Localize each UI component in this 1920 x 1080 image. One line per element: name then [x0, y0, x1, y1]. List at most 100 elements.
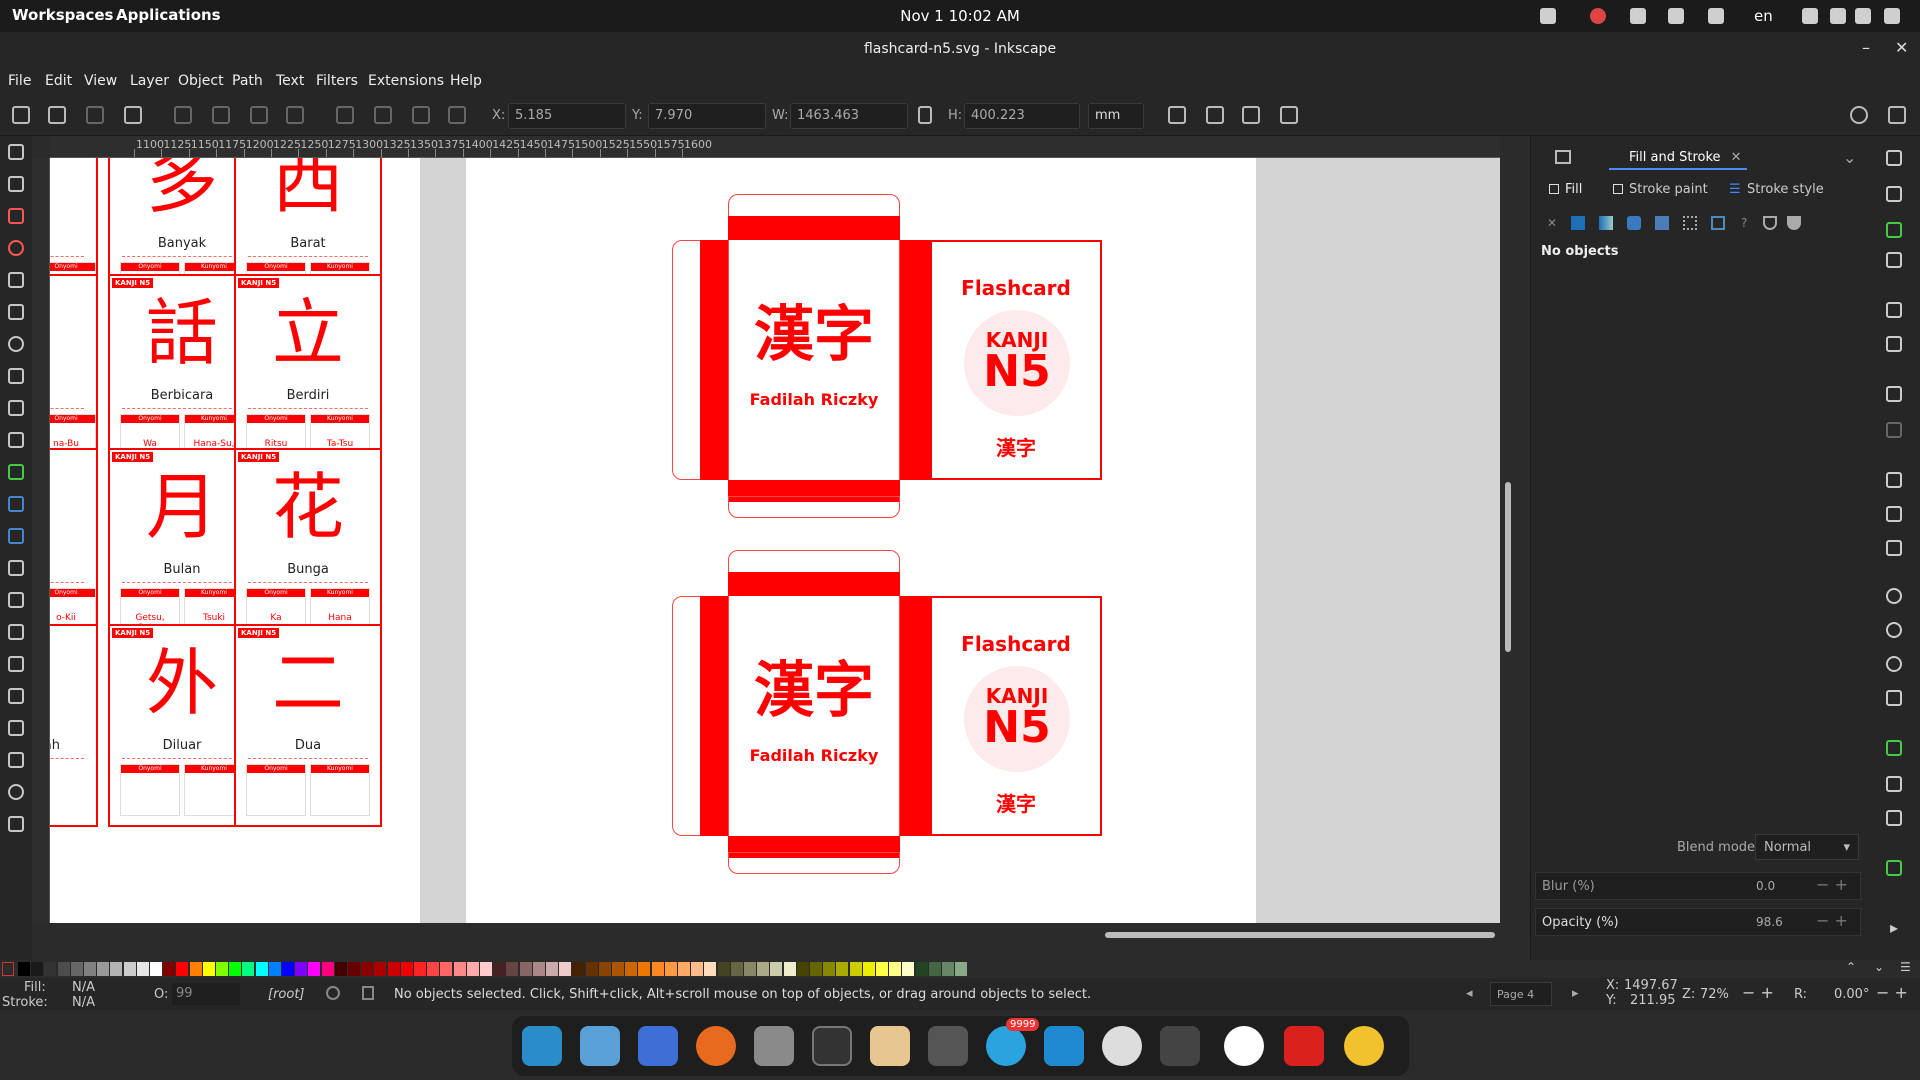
terminal-icon[interactable] — [812, 1026, 852, 1066]
screenshot-icon[interactable] — [1668, 8, 1684, 24]
rect-tool-icon[interactable] — [8, 208, 24, 224]
measure-tool-icon[interactable] — [8, 752, 24, 768]
pages-tool-icon[interactable] — [8, 816, 24, 832]
collapse-panel-icon[interactable] — [1888, 106, 1906, 124]
color-swatch[interactable] — [361, 962, 374, 976]
color-swatch[interactable] — [163, 962, 176, 976]
color-swatch[interactable] — [915, 962, 928, 976]
cut-icon[interactable] — [1886, 506, 1902, 522]
more-icon[interactable]: ▸ — [1890, 918, 1898, 937]
eraser-tool-icon[interactable] — [8, 688, 24, 704]
color-swatch[interactable] — [202, 962, 215, 976]
file-manager-icon[interactable] — [754, 1026, 794, 1066]
menu-extensions[interactable]: Extensions — [368, 73, 444, 89]
color-swatch[interactable] — [704, 962, 717, 976]
firefox-icon[interactable] — [696, 1026, 736, 1066]
color-swatch[interactable] — [730, 962, 743, 976]
slack-tray-icon[interactable] — [1630, 8, 1646, 24]
palette-scroll-down-icon[interactable]: ⌄ — [1874, 960, 1884, 974]
menu-path[interactable]: Path — [232, 73, 263, 89]
color-swatch[interactable] — [862, 962, 875, 976]
chevron-down-icon[interactable]: ⌄ — [1843, 148, 1856, 167]
slack-icon[interactable] — [1224, 1026, 1264, 1066]
color-swatch[interactable] — [229, 962, 242, 976]
color-swatch[interactable] — [823, 962, 836, 976]
scale-corners-icon[interactable] — [1206, 106, 1224, 124]
color-swatch[interactable] — [678, 962, 690, 976]
color-swatch[interactable] — [110, 962, 123, 976]
page-select[interactable]: Page 4 — [1490, 982, 1552, 1006]
zoom-selection-icon[interactable] — [1886, 588, 1902, 604]
color-swatch[interactable] — [255, 962, 268, 976]
color-swatch[interactable] — [651, 962, 664, 976]
color-swatch[interactable] — [572, 962, 585, 976]
color-swatch[interactable] — [282, 962, 294, 976]
rotate-cw-icon[interactable] — [212, 106, 230, 124]
color-swatch[interactable] — [414, 962, 426, 976]
zoom-value[interactable]: 72% — [1700, 987, 1729, 1002]
prev-page-icon[interactable]: ◂ — [1466, 986, 1473, 1001]
undo-icon[interactable] — [1886, 386, 1902, 402]
app-grid-icon[interactable] — [638, 1026, 678, 1066]
zoom-drawing-icon[interactable] — [1886, 622, 1902, 638]
color-swatch[interactable] — [334, 962, 347, 976]
tweak-tool-icon[interactable] — [8, 624, 24, 640]
mesh-gradient-icon[interactable] — [1655, 216, 1669, 230]
color-swatch[interactable] — [123, 962, 136, 976]
touch-select-icon[interactable] — [124, 106, 142, 124]
select-all-layers-icon[interactable] — [48, 106, 66, 124]
color-swatch[interactable] — [796, 962, 809, 976]
telegram-icon[interactable] — [986, 1026, 1026, 1066]
color-swatch[interactable] — [31, 962, 44, 976]
paste-icon[interactable] — [1886, 540, 1902, 556]
menu-view[interactable]: View — [84, 73, 117, 89]
pen-tool-icon[interactable] — [8, 368, 24, 384]
zoom-stepper[interactable]: − + — [1742, 983, 1774, 1002]
node-tool-icon[interactable] — [8, 176, 24, 192]
clone-icon[interactable] — [1886, 776, 1902, 792]
gradient-tool-icon[interactable] — [8, 496, 24, 512]
files-app-icon[interactable] — [580, 1026, 620, 1066]
color-swatch[interactable] — [770, 962, 783, 976]
scale-stroke-icon[interactable] — [1168, 106, 1186, 124]
vertical-scrollbar[interactable] — [1505, 482, 1511, 652]
color-swatch[interactable] — [625, 962, 638, 976]
menu-edit[interactable]: Edit — [45, 73, 72, 89]
dropper-tool-icon[interactable] — [8, 560, 24, 576]
star-tool-icon[interactable] — [8, 272, 24, 288]
tab-close-icon[interactable]: ✕ — [1731, 150, 1742, 165]
color-swatch[interactable] — [176, 962, 189, 976]
tab-stroke-style[interactable]: Stroke style — [1747, 182, 1824, 197]
color-swatch[interactable] — [717, 962, 730, 976]
search-app-icon[interactable] — [522, 1026, 562, 1066]
horizontal-ruler[interactable]: 1100 1125 1150 1175 1200 1225 1250 1275 1300 1325… — [50, 136, 1500, 158]
eye-icon[interactable] — [326, 986, 340, 1000]
color-swatch[interactable] — [189, 962, 202, 976]
unit-select[interactable]: mm — [1088, 103, 1144, 129]
color-swatch[interactable] — [928, 962, 941, 976]
layer-lock-icon[interactable] — [362, 986, 374, 1000]
selector-tool-icon[interactable] — [8, 144, 24, 160]
color-swatch[interactable] — [84, 962, 96, 976]
mesh-tool-icon[interactable] — [8, 528, 24, 544]
cloud-icon[interactable] — [1708, 8, 1724, 24]
text-tool-icon[interactable] — [8, 464, 24, 480]
color-swatch[interactable] — [876, 962, 888, 976]
connector-tool-icon[interactable] — [8, 720, 24, 736]
zoom-page-icon[interactable] — [1886, 656, 1902, 672]
raise-icon[interactable] — [374, 106, 392, 124]
wps-office-icon[interactable] — [1284, 1026, 1324, 1066]
color-swatch[interactable] — [400, 962, 413, 976]
linear-gradient-icon[interactable] — [1599, 216, 1613, 230]
color-swatch[interactable] — [387, 962, 400, 976]
height-field[interactable]: 400.223 — [964, 103, 1080, 129]
copy-icon[interactable] — [1886, 472, 1902, 488]
blur-stepper[interactable]: − + — [1816, 875, 1848, 894]
color-swatch[interactable] — [532, 962, 545, 976]
color-swatch[interactable] — [889, 962, 902, 976]
calligraphy-tool-icon[interactable] — [8, 432, 24, 448]
rotation-value[interactable]: 0.00° — [1834, 987, 1869, 1002]
bluetooth-icon[interactable] — [1830, 8, 1846, 24]
new-document-icon[interactable] — [1886, 150, 1902, 166]
color-swatch[interactable] — [216, 962, 228, 976]
